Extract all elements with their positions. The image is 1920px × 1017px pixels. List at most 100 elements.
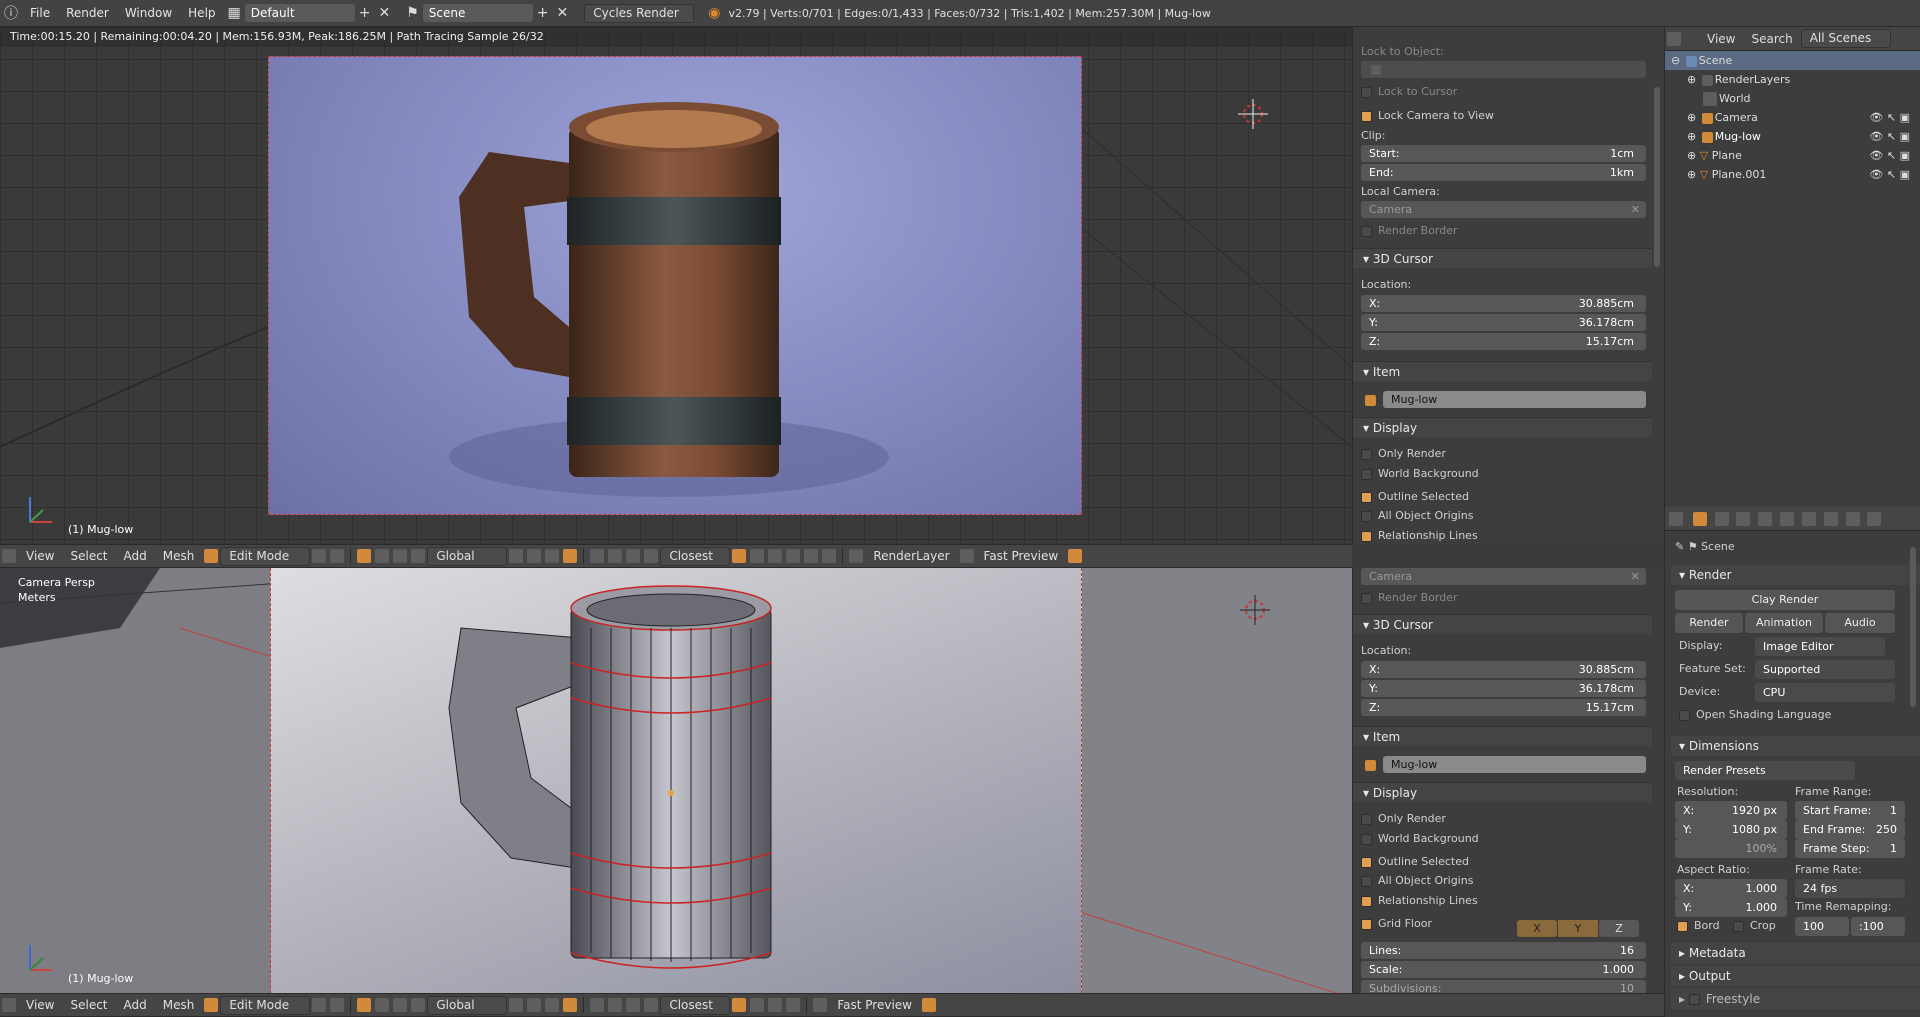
translate-icon-bottom[interactable] [375, 998, 390, 1012]
aspect-y-field[interactable]: Y: 1.000 [1675, 898, 1787, 917]
freestyle-checkbox[interactable] [1688, 994, 1700, 1005]
render-icon[interactable] [768, 549, 783, 563]
visibility-icons-plane[interactable]: 👁 ↖ ▣ [1869, 146, 1910, 165]
outliner-row-camera[interactable]: ⊕ Camera 👁 ↖ ▣ [1665, 108, 1920, 127]
remove-layout-icon[interactable]: ✕ [374, 5, 394, 21]
relationship-lines-option[interactable]: Relationship Lines [1361, 527, 1646, 544]
grid-floor-checkbox[interactable] [1361, 918, 1372, 930]
scene-field[interactable]: Scene [422, 4, 533, 22]
scene-icon[interactable]: ⚑ [402, 5, 423, 21]
proportional-edit-icon[interactable] [590, 549, 605, 563]
clay-render-button[interactable]: Clay Render [1675, 590, 1895, 610]
render-engine-select[interactable]: Cycles Render [584, 3, 695, 23]
res-y-field[interactable]: Y: 1080 px [1675, 820, 1787, 839]
snap-element-icon-bottom[interactable] [644, 998, 659, 1012]
scale-icon-bottom[interactable] [411, 998, 426, 1012]
render-border-checkbox[interactable] [1361, 225, 1372, 237]
clear-camera-icon[interactable]: ✕ [1631, 201, 1640, 218]
clip-start-field[interactable]: Start: 1cm [1361, 145, 1646, 162]
scale-icon[interactable] [411, 549, 426, 563]
world-tab-icon[interactable] [1758, 512, 1773, 526]
crop-option[interactable]: Crop [1733, 917, 1776, 935]
metadata-panel-header[interactable]: ▸ Metadata [1671, 943, 1920, 963]
axis-z-toggle[interactable]: Z [1599, 920, 1639, 937]
orientation-select-bottom[interactable]: Global [427, 995, 508, 1015]
occlude-geometry-icon[interactable] [563, 549, 578, 563]
world-background-checkbox-bottom[interactable] [1361, 833, 1372, 845]
output-panel-header[interactable]: ▸ Output [1671, 966, 1920, 986]
all-object-origins-option[interactable]: All Object Origins [1361, 507, 1646, 525]
lock-icon-bottom[interactable] [921, 998, 936, 1012]
menu-mesh-bottom[interactable]: Mesh [155, 998, 203, 1012]
menu-add-bottom[interactable]: Add [116, 998, 155, 1012]
snap-option-icon[interactable] [732, 549, 747, 563]
render-icon-bottom[interactable] [768, 998, 783, 1012]
auto-merge-icon[interactable] [750, 549, 765, 563]
screen-layout-field[interactable]: Default [244, 4, 355, 22]
render-border-checkbox-bottom[interactable] [1361, 592, 1372, 604]
menu-view[interactable]: View [18, 549, 62, 563]
grid-scale-field[interactable]: Scale: 1.000 [1361, 961, 1646, 978]
cursor-x-field-bottom[interactable]: X: 30.885cm [1361, 661, 1646, 678]
add-scene-icon[interactable]: + [533, 5, 553, 21]
outliner-menu-search[interactable]: Search [1743, 32, 1800, 46]
local-camera-field[interactable]: Camera ✕ [1361, 201, 1646, 218]
data-tab-icon[interactable] [1823, 512, 1838, 526]
outline-selected-option-bottom[interactable]: Outline Selected [1361, 853, 1646, 871]
remap-new-field[interactable]: :100 [1851, 917, 1905, 936]
modifier-tab-icon[interactable] [1801, 512, 1816, 526]
vertex-select-icon[interactable] [509, 549, 524, 563]
item-panel-header-bottom[interactable]: ▾ Item [1353, 726, 1652, 746]
occlude-geometry-icon-bottom[interactable] [563, 998, 578, 1012]
add-layout-icon[interactable]: + [355, 5, 375, 21]
screen-layout-icon[interactable]: ▦ [224, 5, 245, 21]
menu-add[interactable]: Add [116, 549, 155, 563]
border-option[interactable]: Bord [1677, 917, 1720, 935]
rendered-viewport[interactable]: Time:00:15.20 | Remaining:00:04.20 | Mem… [0, 27, 1352, 544]
properties-scrollbar[interactable] [1910, 547, 1916, 707]
remove-scene-icon[interactable]: ✕ [553, 5, 573, 21]
display-panel-header[interactable]: ▾ Display [1353, 417, 1652, 437]
all-object-origins-checkbox[interactable] [1361, 510, 1372, 522]
outliner-row-plane[interactable]: ⊕ ▽ Plane 👁 ↖ ▣ [1665, 146, 1920, 165]
fast-preview-select-bottom[interactable]: Fast Preview [829, 998, 920, 1012]
outliner-row-plane001[interactable]: ⊕ ▽ Plane.001 👁 ↖ ▣ [1665, 165, 1920, 184]
face-select-icon-bottom[interactable] [545, 998, 560, 1012]
display-panel-header-bottom[interactable]: ▾ Display [1353, 782, 1652, 802]
dimensions-panel-header[interactable]: ▾ Dimensions [1671, 736, 1920, 756]
start-frame-field[interactable]: Start Frame: 1 [1795, 801, 1905, 820]
vertex-select-icon-bottom[interactable] [509, 998, 524, 1012]
manipulator-icon[interactable] [357, 549, 372, 563]
local-camera-field-bottom[interactable]: Camera ✕ [1361, 568, 1646, 585]
remap-old-field[interactable]: 100 [1795, 917, 1849, 936]
menu-render[interactable]: Render [58, 6, 117, 20]
opengl-render-icon[interactable] [786, 549, 801, 563]
freestyle-panel-header[interactable]: ▸ Freestyle [1671, 989, 1920, 1009]
outliner-row-world[interactable]: World [1665, 89, 1920, 108]
info-editor-icon[interactable]: ⓘ [0, 3, 22, 23]
translate-icon[interactable] [375, 549, 390, 563]
render-layer-select[interactable]: RenderLayer [865, 549, 957, 563]
manipulator-icon-bottom[interactable] [357, 998, 372, 1012]
shading-icon[interactable] [312, 549, 327, 563]
grid-subdivisions-field[interactable]: Subdivisions: 10 [1361, 980, 1646, 993]
render-border-option-bottom[interactable]: Render Border [1361, 589, 1646, 607]
pivot-icon[interactable] [330, 549, 345, 563]
rotate-icon[interactable] [393, 549, 408, 563]
relationship-lines-option-bottom[interactable]: Relationship Lines [1361, 892, 1646, 910]
animation-button[interactable]: Animation [1745, 613, 1823, 633]
material-tab-icon[interactable] [1845, 512, 1860, 526]
render-border-option[interactable]: Render Border [1361, 222, 1646, 240]
display-select[interactable]: Image Editor [1755, 637, 1885, 656]
feature-set-select[interactable]: Supported [1755, 660, 1895, 679]
outline-selected-checkbox-bottom[interactable] [1361, 856, 1372, 868]
menu-file[interactable]: File [22, 6, 58, 20]
border-checkbox[interactable] [1677, 920, 1688, 932]
outliner-row-scene[interactable]: ⊖ Scene [1665, 51, 1920, 70]
properties-editor-icon[interactable] [1669, 512, 1683, 526]
grid-lines-field[interactable]: Lines: 16 [1361, 942, 1646, 959]
fps-select[interactable]: 24 fps [1795, 879, 1905, 898]
only-render-checkbox-bottom[interactable] [1361, 813, 1372, 825]
snap-toggle-icon-bottom[interactable] [626, 998, 641, 1012]
only-render-checkbox[interactable] [1361, 448, 1372, 460]
